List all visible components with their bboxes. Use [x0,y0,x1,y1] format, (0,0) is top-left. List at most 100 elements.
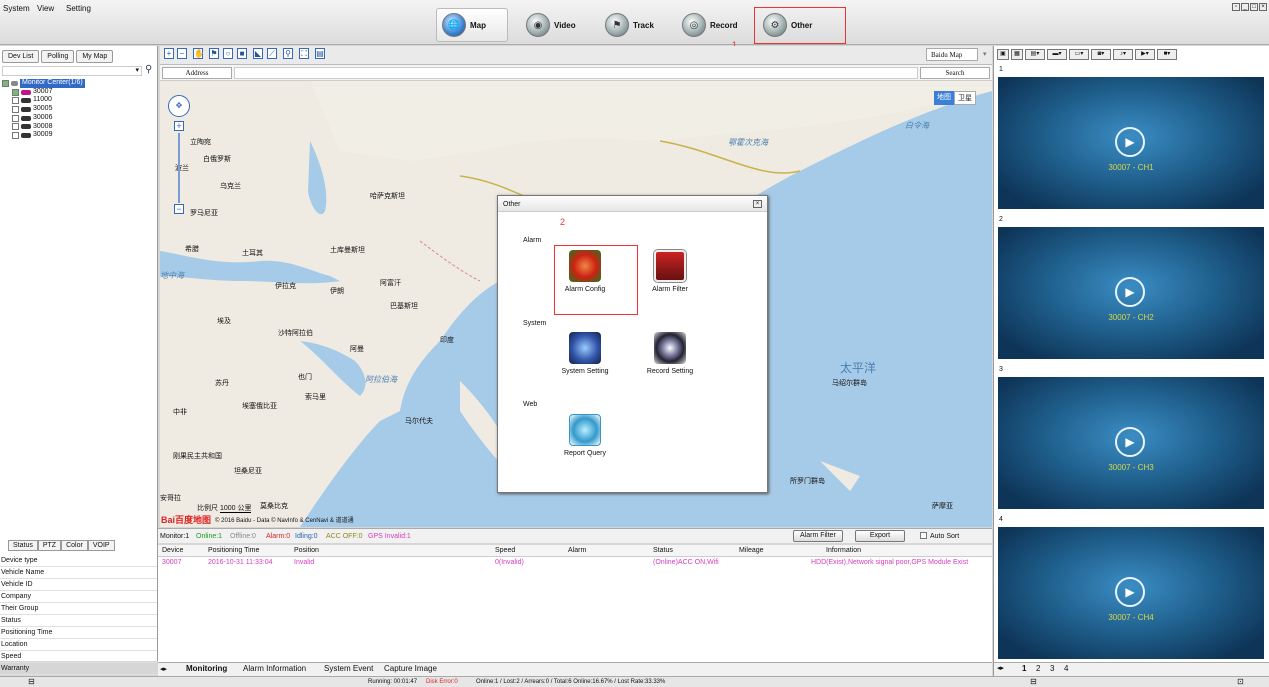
col-speed[interactable]: Speed [495,547,515,554]
tab-voip[interactable]: VOIP [87,540,115,551]
play-icon[interactable]: ▶ [1115,427,1145,457]
zoom-out-icon[interactable]: − [174,204,184,214]
satellite-mode-button[interactable]: 卫星 [954,91,976,105]
play-icon[interactable]: ▶ [1115,277,1145,307]
screen-select-icon[interactable]: ▤▾ [1025,49,1045,60]
page-tab-2[interactable]: 2 [1036,664,1040,673]
video-button[interactable]: ◉ Video [521,8,591,42]
tab-ptz[interactable]: PTZ [37,540,62,551]
display-select-icon[interactable]: ▭▾ [1069,49,1089,60]
checkbox[interactable] [12,88,19,96]
zoom-slider[interactable] [178,133,180,203]
page-tab-1[interactable]: 1 [1022,664,1026,673]
tree-root[interactable]: Monitor Center(1/6) [2,79,85,88]
tab-dev-list[interactable]: Dev List [2,50,40,63]
col-alarm[interactable]: Alarm [568,547,586,554]
polygon-tool-icon[interactable]: ◣ [253,48,263,59]
tab-my-map[interactable]: My Map [76,50,114,63]
page-tab-4[interactable]: 4 [1064,664,1068,673]
col-position[interactable]: Position [294,547,319,554]
video-window-2[interactable]: ▶ 30007 - CH2 [998,227,1264,359]
video-window-4[interactable]: ▶ 30007 - CH4 [998,527,1264,659]
tree-device[interactable]: 11000 [2,96,85,105]
maximize-icon[interactable]: □ [1250,3,1258,11]
system-setting-button[interactable]: System Setting [545,326,625,375]
tab-scroll-arrows-icon[interactable]: ◂▸ [160,665,167,673]
minimize-icon[interactable]: _ [1241,3,1249,11]
map-button[interactable]: 🌐 Map [436,8,508,42]
alarm-filter-item-button[interactable]: Alarm Filter [630,244,710,293]
collapse-left-icon[interactable]: ⊟ [28,677,35,686]
rectangle-tool-icon[interactable]: ■ [237,48,247,59]
menu-view[interactable]: View [37,4,54,13]
tab-status[interactable]: Status [8,540,38,551]
page-arrows-icon[interactable]: ◂▸ [997,664,1004,672]
report-query-button[interactable]: Report Query [545,408,625,457]
collapse-right-icon[interactable]: ⊡ [1237,677,1244,686]
tree-device[interactable]: 30005 [2,105,85,114]
stop-all-icon[interactable]: ■▾ [1157,49,1177,60]
video-window-3[interactable]: ▶ 30007 - CH3 [998,377,1264,509]
video-window-1[interactable]: ▶ 30007 - CH1 [998,77,1264,209]
checkbox[interactable] [12,114,19,122]
layers-tool-icon[interactable]: ▤ [315,48,325,59]
col-information[interactable]: Information [826,547,861,554]
menu-system[interactable]: System [3,4,30,13]
pan-control-icon[interactable]: ✥ [168,95,190,117]
play-icon[interactable]: ▶ [1115,127,1145,157]
tree-device[interactable]: 30006 [2,114,85,123]
record-button[interactable]: ◎ Record [677,8,751,42]
track-button[interactable]: ⚑ Track [600,8,670,42]
address-input[interactable] [234,67,918,79]
checkbox[interactable] [2,79,9,87]
search-button[interactable]: Search [920,67,990,79]
table-row[interactable]: 30007 2016-10-31 11:33:04 Invalid 0(Inva… [158,557,992,572]
layout-4-icon[interactable]: ▦ [1011,49,1023,60]
tree-device[interactable]: 30007 [2,88,85,97]
collapse-bottom-icon[interactable]: ⊟ [1030,677,1037,686]
restore-icon[interactable]: ▫ [1232,3,1240,11]
alarm-filter-button[interactable]: Alarm Filter [793,530,843,542]
tree-device[interactable]: 30008 [2,123,85,132]
pan-tool-icon[interactable]: ✋ [193,48,204,59]
tab-color[interactable]: Color [61,540,88,551]
device-filter-select[interactable]: ▾ [2,66,142,76]
checkbox[interactable] [12,132,19,140]
auto-sort-checkbox[interactable] [920,532,927,539]
map-type-select[interactable]: Baidu Map [926,48,978,61]
close-icon[interactable]: × [1259,3,1267,11]
col-device[interactable]: Device [162,547,183,554]
tree-device[interactable]: 30009 [2,131,85,140]
export-button[interactable]: Export [855,530,905,542]
tab-polling[interactable]: Polling [41,50,75,63]
play-all-icon[interactable]: ▶▾ [1135,49,1155,60]
map-mode-button[interactable]: 地图 [934,91,954,105]
play-icon[interactable]: ▶ [1115,577,1145,607]
zoom-in-tool-icon[interactable]: + [164,48,174,59]
tab-alarm-information[interactable]: Alarm Information [243,664,306,673]
snapshot-icon[interactable]: ◙▾ [1091,49,1111,60]
tab-system-event[interactable]: System Event [324,664,373,673]
layout-1-icon[interactable]: ▣ [997,49,1009,60]
tab-capture-image[interactable]: Capture Image [384,664,437,673]
checkbox[interactable] [12,105,19,113]
checkbox[interactable] [12,97,19,105]
checkbox[interactable] [12,123,19,131]
audio-icon[interactable]: ♪▾ [1113,49,1133,60]
col-status[interactable]: Status [653,547,673,554]
menu-setting[interactable]: Setting [66,4,91,13]
page-tab-3[interactable]: 3 [1050,664,1054,673]
fullscreen-tool-icon[interactable]: ⛶ [299,48,309,59]
flag-tool-icon[interactable]: ⚑ [209,48,219,59]
col-mileage[interactable]: Mileage [739,547,764,554]
measure-tool-icon[interactable]: ⚲ [283,48,293,59]
stream-select-icon[interactable]: ▬▾ [1047,49,1067,60]
line-tool-icon[interactable]: ⟋ [267,48,277,59]
tab-monitoring[interactable]: Monitoring [186,664,227,673]
search-icon[interactable]: ⚲ [145,64,152,75]
col-positioning-time[interactable]: Positioning Time [208,547,259,554]
close-icon[interactable]: × [753,200,762,208]
record-setting-button[interactable]: Record Setting [630,326,710,375]
zoom-out-tool-icon[interactable]: − [177,48,187,59]
zoom-in-icon[interactable]: + [174,121,184,131]
